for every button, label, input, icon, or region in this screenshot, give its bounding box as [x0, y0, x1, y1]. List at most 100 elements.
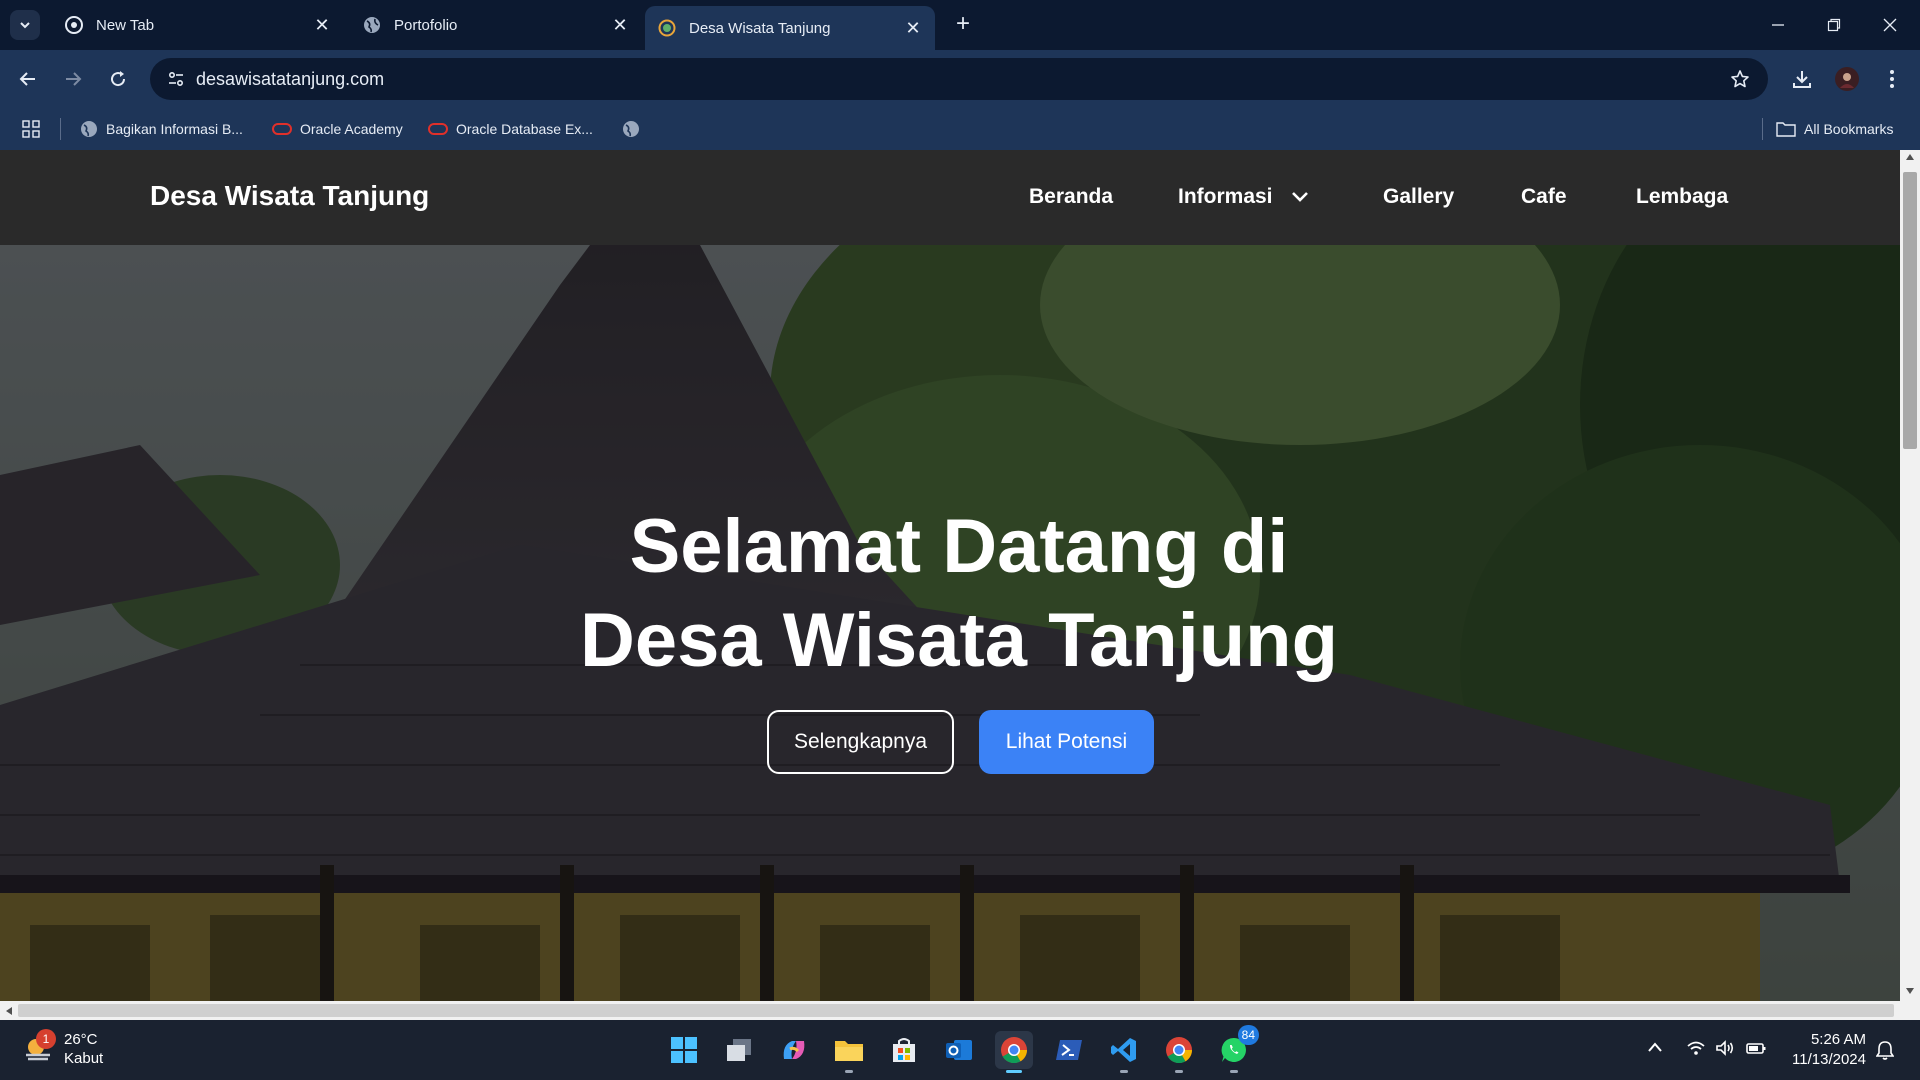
tab-desa-wisata-tanjung[interactable]: Desa Wisata Tanjung ✕ — [645, 6, 935, 50]
notification-bell-icon[interactable] — [1875, 1040, 1895, 1064]
site-brand[interactable]: Desa Wisata Tanjung — [150, 180, 429, 212]
all-bookmarks-button[interactable]: All Bookmarks — [1776, 118, 1893, 140]
close-icon[interactable]: ✕ — [312, 15, 332, 35]
bookmark-item[interactable]: Bagikan Informasi B... — [80, 118, 243, 140]
nav-beranda[interactable]: Beranda — [1029, 185, 1113, 209]
website-viewport: Desa Wisata Tanjung Beranda Informasi Ga… — [0, 150, 1900, 1001]
nav-cafe[interactable]: Cafe — [1521, 185, 1567, 209]
chrome-taskbar-button[interactable] — [995, 1031, 1033, 1073]
reload-button[interactable] — [102, 63, 134, 95]
scroll-up-arrow-icon[interactable] — [1906, 154, 1914, 160]
vscode-icon — [1111, 1038, 1136, 1062]
hero-section: Selamat Datang di Desa Wisata Tanjung Se… — [0, 245, 1900, 1001]
apps-grid-icon[interactable] — [22, 118, 40, 140]
minimize-button[interactable] — [1750, 0, 1806, 50]
task-view-button[interactable] — [720, 1031, 758, 1069]
tab-title: Portofolio — [394, 16, 458, 34]
hero-title-line1: Selamat Datang di — [629, 504, 1289, 589]
all-bookmarks-label: All Bookmarks — [1804, 121, 1894, 137]
chevron-down-icon — [20, 22, 30, 29]
weather-widget[interactable]: 1 26°C Kabut — [22, 1029, 104, 1068]
battery-icon[interactable] — [1745, 1040, 1767, 1060]
profile-avatar[interactable] — [1831, 63, 1863, 95]
new-tab-button[interactable]: + — [950, 12, 976, 38]
store-icon — [893, 1038, 915, 1062]
outlook-button[interactable] — [940, 1031, 978, 1069]
close-icon[interactable]: ✕ — [903, 18, 923, 38]
vertical-scroll-thumb[interactable] — [1903, 172, 1917, 449]
bookmark-item[interactable]: Oracle Academy — [272, 118, 403, 140]
bookmark-label: Oracle Academy — [300, 121, 403, 137]
nav-lembaga[interactable]: Lembaga — [1636, 185, 1728, 209]
chrome-icon — [1001, 1037, 1028, 1064]
forward-button[interactable] — [57, 63, 89, 95]
address-bar[interactable]: desawisatatanjung.com — [150, 58, 1768, 100]
site-settings-icon[interactable] — [162, 65, 190, 93]
ms-store-button[interactable] — [885, 1031, 923, 1069]
bookmarks-divider — [60, 118, 61, 140]
whatsapp-unread-badge: 84 — [1237, 1025, 1259, 1045]
reload-icon — [111, 71, 126, 87]
hero-title-line2: Desa Wisata Tanjung — [579, 598, 1339, 683]
restore-icon — [1827, 18, 1841, 32]
restore-button[interactable] — [1806, 0, 1862, 50]
oracle-icon — [272, 123, 292, 135]
weather-icon: 1 — [22, 1029, 56, 1065]
browser-tab-bar: New Tab ✕ Portofolio ✕ Desa Wisata Tanju… — [0, 0, 1920, 50]
tab-search-button[interactable] — [10, 10, 40, 40]
lihat-potensi-button[interactable]: Lihat Potensi — [979, 710, 1154, 774]
bookmark-label: Oracle Database Ex... — [456, 121, 593, 137]
task-view-icon — [727, 1039, 751, 1061]
outlook-icon — [946, 1040, 972, 1060]
arrow-left-icon — [19, 72, 35, 86]
chevron-down-icon — [1291, 185, 1309, 209]
running-indicator — [845, 1070, 853, 1073]
close-icon[interactable]: ✕ — [610, 15, 630, 35]
chrome-profile-button[interactable] — [1160, 1031, 1198, 1073]
bookmark-item[interactable]: Oracle Database Ex... — [428, 118, 593, 140]
system-clock[interactable]: 5:26 AM 11/13/2024 — [1792, 1030, 1866, 1070]
close-window-button[interactable] — [1862, 0, 1918, 50]
windows-logo-icon — [671, 1037, 697, 1063]
start-button[interactable] — [665, 1031, 703, 1069]
windows-taskbar: 1 26°C Kabut 84 5:26 AM 11/13/2024 — [0, 1020, 1920, 1080]
back-button[interactable] — [12, 63, 44, 95]
copilot-button[interactable] — [775, 1031, 813, 1069]
selengkapnya-button[interactable]: Selengkapnya — [767, 710, 954, 774]
folder-icon — [835, 1041, 863, 1061]
scroll-left-arrow-icon[interactable] — [6, 1007, 12, 1015]
bookmark-item[interactable] — [622, 118, 640, 140]
running-indicator — [1175, 1070, 1183, 1073]
volume-icon[interactable] — [1715, 1040, 1735, 1060]
menu-kebab-icon[interactable] — [1876, 63, 1908, 95]
file-explorer-button[interactable] — [830, 1031, 868, 1073]
oracle-icon — [428, 123, 448, 135]
hero-title: Selamat Datang di Desa Wisata Tanjung — [450, 500, 1468, 688]
running-indicator — [1230, 1070, 1238, 1073]
powershell-button[interactable] — [1050, 1031, 1088, 1069]
weather-badge: 1 — [36, 1029, 56, 1049]
clock-time: 5:26 AM — [1810, 1031, 1866, 1048]
copilot-icon — [783, 1041, 805, 1059]
globe-icon — [81, 121, 97, 137]
bookmark-star-icon[interactable] — [1728, 67, 1752, 91]
url-text: desawisatatanjung.com — [196, 69, 385, 89]
wifi-icon[interactable] — [1686, 1040, 1706, 1060]
folder-icon — [1776, 122, 1796, 137]
running-indicator — [1120, 1070, 1128, 1073]
download-icon[interactable] — [1786, 63, 1818, 95]
chrome-icon — [1166, 1037, 1193, 1064]
chrome-icon — [64, 15, 84, 35]
whatsapp-taskbar-button[interactable]: 84 — [1215, 1025, 1259, 1073]
bookmarks-bar: Bagikan Informasi B... Oracle Academy Or… — [0, 108, 1920, 150]
vscode-button[interactable] — [1105, 1031, 1143, 1073]
clock-date: 11/13/2024 — [1792, 1051, 1866, 1068]
tab-new-tab[interactable]: New Tab ✕ — [52, 8, 344, 42]
show-hidden-icons-button[interactable] — [1647, 1040, 1663, 1057]
weather-desc: Kabut — [64, 1050, 104, 1067]
nav-gallery[interactable]: Gallery — [1383, 185, 1454, 209]
nav-informasi[interactable]: Informasi — [1178, 185, 1309, 209]
tab-portofolio[interactable]: Portofolio ✕ — [350, 8, 642, 42]
horizontal-scroll-thumb[interactable] — [18, 1004, 1894, 1017]
scroll-down-arrow-icon[interactable] — [1906, 988, 1914, 994]
